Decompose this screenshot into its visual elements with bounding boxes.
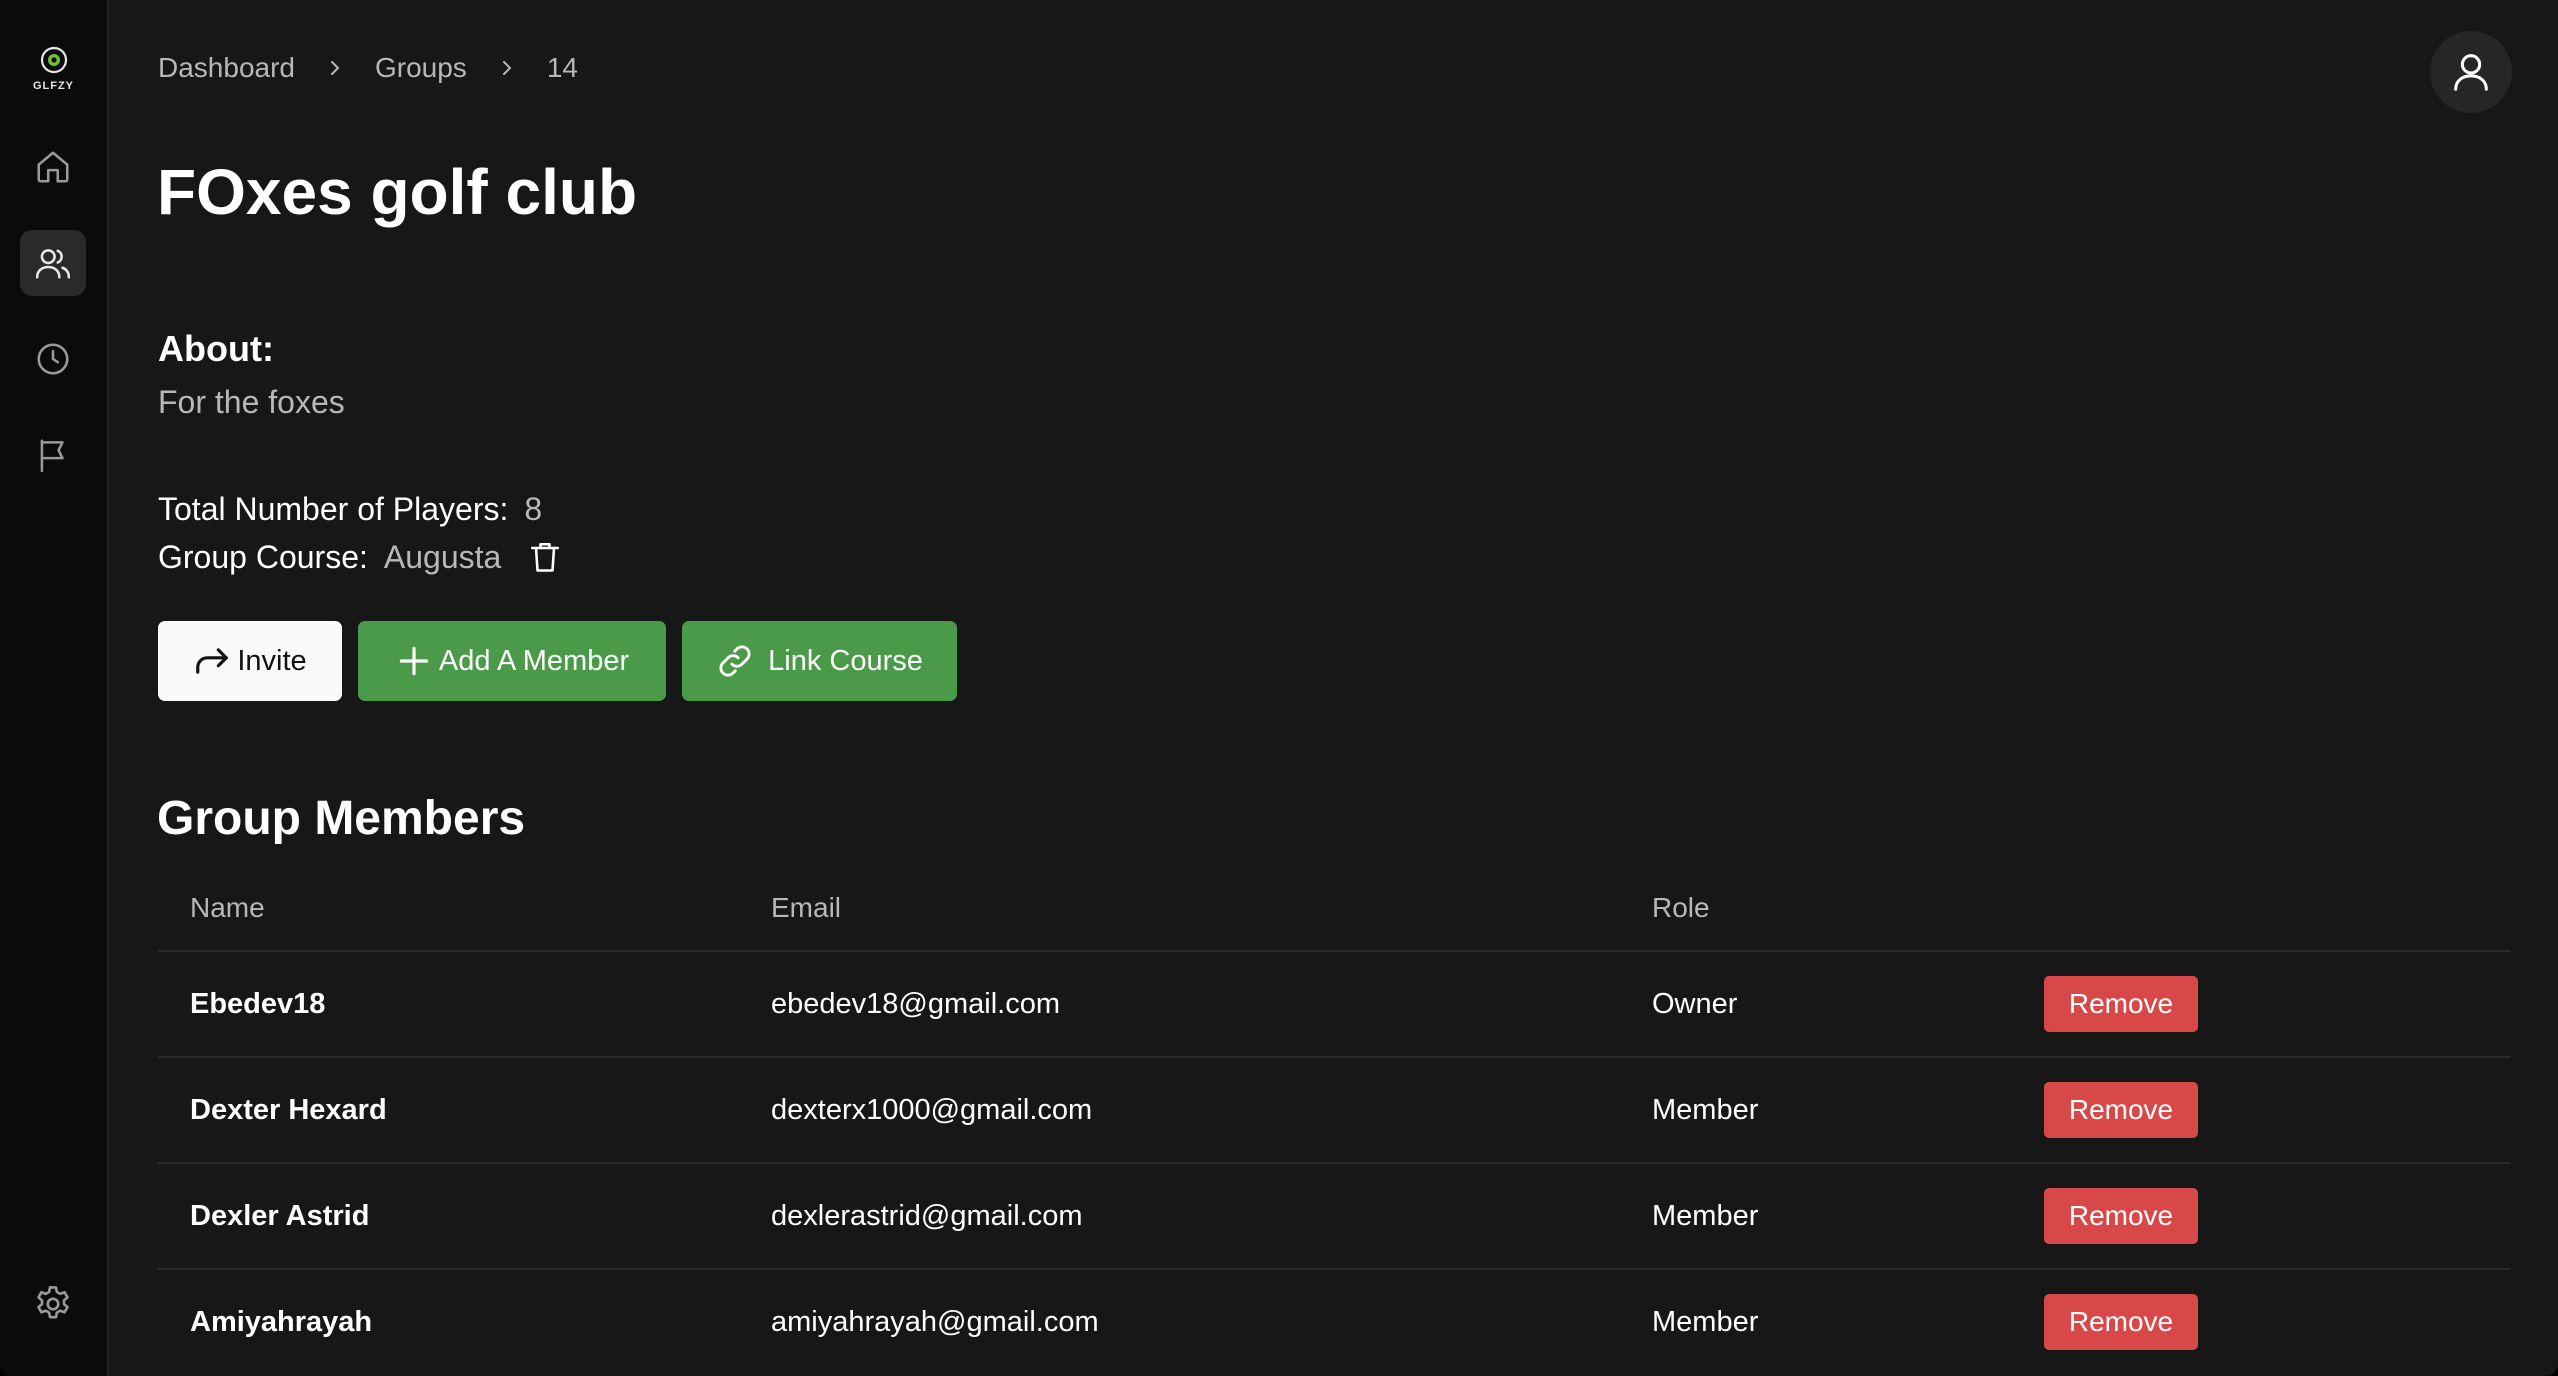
players-stat: Total Number of Players: 8 (158, 487, 542, 531)
member-email: dexterx1000@gmail.com (771, 1093, 1093, 1126)
remove-cell: Remove (2044, 1058, 2198, 1162)
member-name: Amiyahrayah (190, 1305, 373, 1338)
remove-button[interactable]: Remove (2044, 1188, 2198, 1244)
member-name: Dexter Hexard (190, 1093, 387, 1126)
member-name: Dexler Astrid (190, 1199, 370, 1232)
about-heading: About: (158, 328, 274, 369)
member-role: Member (1652, 1305, 1759, 1338)
table-row: Dexter Hexard dexterx1000@gmail.com Memb… (158, 1058, 2510, 1164)
remove-button[interactable]: Remove (2044, 1294, 2198, 1350)
add-member-button[interactable]: Add A Member (358, 621, 666, 701)
column-header-name: Name (190, 892, 265, 923)
app-window: GLFZY Dashboard Groups 14 FOxes golf clu… (0, 0, 2558, 1376)
member-role: Member (1652, 1199, 1759, 1232)
link-course-button[interactable]: Link Course (682, 621, 957, 701)
plus-icon (399, 646, 429, 676)
course-stat: Group Course: Augusta (158, 535, 563, 579)
members-table: Name Email Role Ebedev18 ebedev18@gmail.… (158, 866, 2510, 1374)
user-icon (2454, 54, 2488, 91)
chevron-right-icon (502, 61, 511, 75)
course-value: Augusta (383, 539, 502, 575)
member-role: Member (1652, 1093, 1759, 1126)
member-name: Ebedev18 (190, 987, 326, 1020)
user-menu-button[interactable] (2430, 31, 2512, 113)
breadcrumb-dashboard[interactable]: Dashboard (158, 52, 295, 84)
add-member-label: Add A Member (438, 644, 630, 677)
member-email: amiyahrayah@gmail.com (771, 1305, 1099, 1338)
gear-icon (37, 1286, 69, 1319)
remove-cell: Remove (2044, 1164, 2198, 1268)
breadcrumb-groups[interactable]: Groups (375, 52, 467, 84)
settings-button[interactable] (32, 1283, 74, 1325)
page-title: FOxes golf club (157, 156, 638, 228)
share-arrow-icon (196, 648, 229, 674)
sidebar-item-courses[interactable] (20, 422, 86, 488)
breadcrumb: Dashboard Groups 14 (158, 52, 578, 84)
table-row: Amiyahrayah amiyahrayah@gmail.com Member… (158, 1270, 2510, 1374)
about-text: For the foxes (158, 384, 345, 420)
member-email: ebedev18@gmail.com (771, 987, 1060, 1020)
players-value: 8 (524, 491, 543, 527)
column-header-email: Email (771, 892, 842, 923)
chevron-right-icon (330, 61, 339, 75)
table-header: Name Email Role (158, 866, 2510, 952)
invite-button[interactable]: Invite (158, 621, 342, 701)
link-course-label: Link Course (768, 644, 923, 677)
sidebar-item-groups[interactable] (20, 230, 86, 296)
invite-label: Invite (237, 644, 307, 677)
logo-text: GLFZY (32, 80, 75, 92)
logo-icon (40, 46, 67, 74)
column-header-role: Role (1652, 892, 1710, 923)
players-label: Total Number of Players: (158, 491, 509, 527)
users-icon (35, 249, 71, 279)
sidebar: GLFZY (0, 0, 109, 1376)
unlink-course-button[interactable] (527, 539, 563, 575)
logo[interactable]: GLFZY (0, 46, 107, 96)
course-label: Group Course: (158, 539, 368, 575)
remove-button[interactable]: Remove (2044, 1082, 2198, 1138)
home-icon (37, 151, 69, 183)
remove-cell: Remove (2044, 1270, 2198, 1374)
flag-icon (40, 439, 64, 473)
breadcrumb-current: 14 (546, 52, 578, 83)
sidebar-item-home[interactable] (20, 134, 86, 200)
table-row: Dexler Astrid dexlerastrid@gmail.com Mem… (158, 1164, 2510, 1270)
table-row: Ebedev18 ebedev18@gmail.com Owner Remove (158, 952, 2510, 1058)
remove-cell: Remove (2044, 952, 2198, 1056)
clock-icon (37, 343, 69, 375)
members-title: Group Members (157, 792, 526, 845)
link-icon (719, 645, 751, 677)
member-email: dexlerastrid@gmail.com (771, 1199, 1083, 1232)
trash-icon (531, 542, 560, 572)
member-role: Owner (1652, 987, 1738, 1020)
sidebar-item-history[interactable] (20, 326, 86, 392)
remove-button[interactable]: Remove (2044, 976, 2198, 1032)
